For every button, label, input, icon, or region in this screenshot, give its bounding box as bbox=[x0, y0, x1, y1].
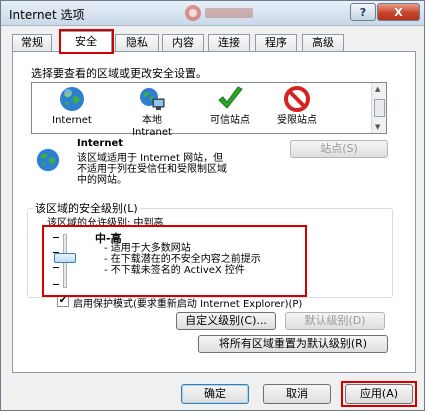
zone-list-scrollbar[interactable]: ▲ ▼ bbox=[371, 83, 386, 133]
zone-internet[interactable]: Internet bbox=[37, 85, 107, 127]
default-level-button[interactable]: 默认级别(D) bbox=[285, 312, 385, 330]
scroll-down-icon[interactable]: ▼ bbox=[375, 123, 380, 131]
security-level-description: - 适用于大多数网站 - 在下载潜在的不安全内容之前提示 - 不下载未签名的 A… bbox=[104, 243, 261, 276]
level-bullet-3: - 不下载未签名的 ActiveX 控件 bbox=[104, 265, 245, 276]
tab-security[interactable]: 安全 bbox=[60, 31, 112, 52]
zone-internet-label: Internet bbox=[52, 115, 92, 126]
zone-intranet-label: 本地 Intranet bbox=[132, 115, 172, 138]
slider-tick-mark bbox=[53, 237, 59, 238]
tab-programs[interactable]: 程序 bbox=[255, 34, 297, 51]
tab-content[interactable]: 内容 bbox=[162, 34, 204, 51]
tab-strip: 常规 安全 隐私 内容 连接 程序 高级 bbox=[12, 31, 422, 52]
selected-zone-description: 该区域适用于 Internet 网站，但 不适用于列在受信任和受限制区域 中的网… bbox=[77, 153, 227, 186]
zone-restricted-label: 受限站点 bbox=[277, 115, 317, 126]
internet-options-window: Internet 选项 ? X 常规 安全 隐私 内容 连接 程序 高级 选择要… bbox=[0, 0, 425, 411]
protected-mode-label[interactable]: 启用保护模式(要求重新启动 Internet Explorer)(P) bbox=[73, 295, 302, 310]
watermark-logo bbox=[185, 5, 253, 21]
zone-desc-line-2: 不适用于列在受信任和受限制区域 bbox=[77, 164, 227, 175]
scroll-thumb[interactable] bbox=[374, 99, 385, 117]
zone-list[interactable]: Internet 本地 Intranet 可信站点 受限站点 ▲ ▼ bbox=[31, 82, 387, 138]
apply-button[interactable]: 应用(A) bbox=[345, 384, 413, 404]
intranet-icon bbox=[140, 88, 165, 110]
zone-local-intranet[interactable]: 本地 Intranet bbox=[117, 85, 187, 139]
zone-trusted-sites[interactable]: 可信站点 bbox=[195, 85, 265, 127]
level-bullet-1: - 适用于大多数网站 bbox=[104, 243, 191, 254]
zone-trusted-label: 可信站点 bbox=[210, 115, 250, 126]
sites-button[interactable]: 站点(S) bbox=[290, 140, 388, 158]
zone-desc-line-1: 该区域适用于 Internet 网站，但 bbox=[77, 153, 224, 164]
no-entry-icon bbox=[284, 86, 310, 112]
reset-all-zones-button[interactable]: 将所有区域重置为默认级别(R) bbox=[198, 335, 388, 353]
scroll-up-icon[interactable]: ▲ bbox=[375, 85, 380, 93]
tab-connections[interactable]: 连接 bbox=[208, 34, 250, 51]
tab-general[interactable]: 常规 bbox=[12, 34, 52, 51]
selected-zone-title: Internet bbox=[77, 138, 124, 149]
zone-desc-line-3: 中的网站。 bbox=[77, 175, 127, 186]
zone-prompt: 选择要查看的区域或更改安全设置。 bbox=[31, 67, 207, 80]
zone-restricted-sites[interactable]: 受限站点 bbox=[262, 85, 332, 127]
globe-icon bbox=[36, 148, 60, 172]
checkmark-icon bbox=[218, 86, 243, 109]
window-title: Internet 选项 bbox=[9, 8, 85, 22]
tab-advanced[interactable]: 高级 bbox=[302, 34, 344, 51]
slider-tick-mark bbox=[53, 284, 59, 285]
help-button[interactable]: ? bbox=[350, 3, 376, 21]
custom-level-button[interactable]: 自定义级别(C)... bbox=[176, 312, 276, 330]
cancel-button[interactable]: 取消 bbox=[263, 384, 331, 404]
title-bar[interactable]: Internet 选项 ? X bbox=[1, 1, 424, 26]
slider-tick-mark bbox=[53, 267, 59, 268]
tab-privacy[interactable]: 隐私 bbox=[115, 34, 159, 51]
globe-icon bbox=[60, 87, 84, 111]
security-level-slider-thumb[interactable] bbox=[54, 253, 76, 263]
close-button[interactable]: X bbox=[377, 3, 420, 21]
ok-button[interactable]: 确定 bbox=[181, 384, 249, 404]
level-bullet-2: - 在下载潜在的不安全内容之前提示 bbox=[104, 254, 261, 265]
protected-mode-checkbox[interactable]: ✔ bbox=[57, 295, 69, 307]
allowed-levels-text: 该区域的允许级别: 中到高 bbox=[47, 218, 164, 229]
